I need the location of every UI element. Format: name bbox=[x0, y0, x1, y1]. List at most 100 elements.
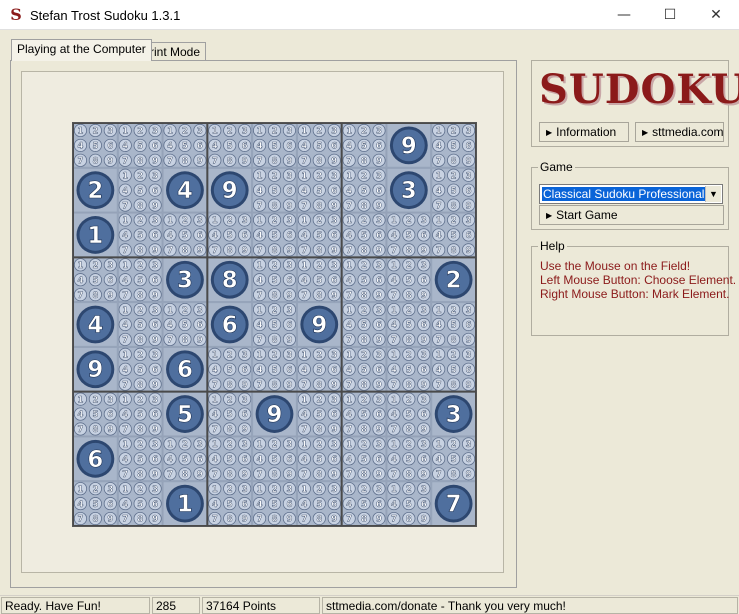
candidate-number: 1 bbox=[257, 350, 263, 360]
sudoku-cell[interactable]: 9 bbox=[386, 123, 432, 168]
sudoku-cell[interactable]: 9 bbox=[73, 346, 118, 392]
sudoku-cell[interactable]: 1 2 3 4 5 6 7 8 9 bbox=[117, 302, 163, 347]
sudoku-cell[interactable]: 1 2 3 4 5 6 7 8 9 bbox=[296, 257, 342, 303]
sudoku-cell[interactable]: 6 bbox=[207, 302, 253, 347]
sudoku-cell[interactable]: 9 bbox=[296, 302, 342, 347]
sudoku-cell[interactable]: 1 2 3 4 5 6 7 8 9 bbox=[162, 302, 208, 347]
sudoku-cell[interactable]: 1 2 3 4 5 6 7 8 9 bbox=[431, 167, 476, 213]
sudoku-cell[interactable]: 1 2 3 4 5 6 7 8 9 bbox=[252, 212, 297, 258]
sudoku-cell[interactable]: 1 2 3 4 5 6 7 8 9 bbox=[162, 436, 208, 482]
sudoku-cell[interactable]: 7 bbox=[431, 481, 476, 526]
sudoku-cell[interactable]: 1 2 3 4 5 6 7 8 9 bbox=[117, 481, 163, 526]
given-number: 9 bbox=[222, 178, 238, 204]
sudoku-cell[interactable]: 1 2 3 4 5 6 7 8 9 bbox=[252, 481, 297, 526]
sudoku-cell[interactable]: 1 2 3 4 5 6 7 8 9 bbox=[341, 481, 387, 526]
sudoku-cell[interactable]: 1 2 3 4 5 6 7 8 9 bbox=[341, 302, 387, 347]
sudoku-cell[interactable]: 1 2 3 4 5 6 7 8 9 bbox=[341, 391, 387, 437]
sudoku-cell[interactable]: 1 2 3 4 5 6 7 8 9 bbox=[431, 123, 476, 168]
sttmedia-button[interactable]: ▶ sttmedia.com bbox=[635, 122, 724, 142]
sudoku-cell[interactable]: 4 bbox=[162, 167, 208, 213]
sudoku-cell[interactable]: 1 2 3 4 5 6 7 8 9 bbox=[252, 302, 297, 347]
sudoku-cell[interactable]: 3 bbox=[431, 391, 476, 437]
sudoku-cell[interactable]: 1 2 3 4 5 6 7 8 9 bbox=[73, 391, 118, 437]
sudoku-cell[interactable]: 1 2 3 4 5 6 7 8 9 bbox=[117, 257, 163, 303]
sudoku-cell[interactable]: 1 2 3 4 5 6 7 8 9 bbox=[162, 212, 208, 258]
sudoku-cell[interactable]: 1 2 3 4 5 6 7 8 9 bbox=[386, 346, 432, 392]
sudoku-cell[interactable]: 1 2 3 4 5 6 7 8 9 bbox=[252, 346, 297, 392]
game-type-select[interactable]: Classical Sudoku Professional ▼ bbox=[539, 184, 723, 204]
sudoku-cell[interactable]: 1 2 3 4 5 6 7 8 9 bbox=[341, 257, 387, 303]
sudoku-cell[interactable]: 4 bbox=[73, 302, 118, 347]
information-button[interactable]: ▶ Information bbox=[539, 122, 629, 142]
chevron-down-icon[interactable]: ▼ bbox=[705, 186, 721, 202]
sudoku-cell[interactable]: 1 2 3 4 5 6 7 8 9 bbox=[296, 167, 342, 213]
sudoku-cell[interactable]: 2 bbox=[73, 167, 118, 213]
sudoku-cell[interactable]: 1 2 3 4 5 6 7 8 9 bbox=[117, 436, 163, 482]
sudoku-cell[interactable]: 1 2 3 4 5 6 7 8 9 bbox=[296, 346, 342, 392]
sudoku-cell[interactable]: 1 2 3 4 5 6 7 8 9 bbox=[207, 212, 253, 258]
sudoku-cell[interactable]: 5 bbox=[162, 391, 208, 437]
sudoku-cell[interactable]: 1 2 3 4 5 6 7 8 9 bbox=[73, 257, 118, 303]
sudoku-cell[interactable]: 1 bbox=[73, 212, 118, 258]
sudoku-cell[interactable]: 1 2 3 4 5 6 7 8 9 bbox=[296, 436, 342, 482]
sudoku-cell[interactable]: 1 2 3 4 5 6 7 8 9 bbox=[207, 346, 253, 392]
sudoku-cell[interactable]: 1 2 3 4 5 6 7 8 9 bbox=[296, 481, 342, 526]
candidate-number: 7 bbox=[436, 469, 442, 479]
sudoku-cell[interactable]: 1 2 3 4 5 6 7 8 9 bbox=[117, 123, 163, 168]
sudoku-cell[interactable]: 1 2 3 4 5 6 7 8 9 bbox=[386, 481, 432, 526]
sudoku-cell[interactable]: 1 2 3 4 5 6 7 8 9 bbox=[341, 346, 387, 392]
sudoku-cell[interactable]: 9 bbox=[207, 167, 253, 213]
candidate-number: 2 bbox=[316, 394, 322, 404]
sudoku-cell[interactable]: 1 2 3 4 5 6 7 8 9 bbox=[252, 123, 297, 168]
sudoku-cell[interactable]: 1 2 3 4 5 6 7 8 9 bbox=[431, 346, 476, 392]
sudoku-cell[interactable]: 1 2 3 4 5 6 7 8 9 bbox=[296, 123, 342, 168]
sudoku-cell[interactable]: 9 bbox=[252, 391, 297, 437]
sudoku-cell[interactable]: 1 2 3 4 5 6 7 8 9 bbox=[341, 436, 387, 482]
sudoku-cell[interactable]: 1 2 3 4 5 6 7 8 9 bbox=[73, 123, 118, 168]
start-game-button[interactable]: ▶ Start Game bbox=[539, 205, 724, 225]
sudoku-cell[interactable]: 1 2 3 4 5 6 7 8 9 bbox=[341, 167, 387, 213]
sudoku-cell[interactable]: 1 2 3 4 5 6 7 8 9 bbox=[296, 212, 342, 258]
sudoku-cell[interactable]: 1 2 3 4 5 6 7 8 9 bbox=[341, 212, 387, 258]
maximize-button[interactable]: ☐ bbox=[647, 0, 693, 30]
sudoku-cell[interactable]: 1 2 3 4 5 6 7 8 9 bbox=[117, 167, 163, 213]
candidate-number: 8 bbox=[227, 379, 233, 389]
tab-playing-at-computer[interactable]: Playing at the Computer bbox=[11, 39, 152, 61]
sudoku-cell[interactable]: 2 bbox=[431, 257, 476, 303]
sudoku-cell[interactable]: 1 2 3 4 5 6 7 8 9 bbox=[341, 123, 387, 168]
sudoku-cell[interactable]: 1 2 3 4 5 6 7 8 9 bbox=[117, 212, 163, 258]
minimize-button[interactable]: — bbox=[601, 0, 647, 30]
sudoku-cell[interactable]: 1 2 3 4 5 6 7 8 9 bbox=[386, 302, 432, 347]
sudoku-cell[interactable]: 1 2 3 4 5 6 7 8 9 bbox=[386, 257, 432, 303]
sudoku-cell[interactable]: 1 2 3 4 5 6 7 8 9 bbox=[207, 391, 253, 437]
sudoku-cell[interactable]: 1 2 3 4 5 6 7 8 9 bbox=[252, 167, 297, 213]
sudoku-cell[interactable]: 1 2 3 4 5 6 7 8 9 bbox=[296, 391, 342, 437]
sudoku-cell[interactable]: 1 2 3 4 5 6 7 8 9 bbox=[73, 481, 118, 526]
candidate-number: 5 bbox=[406, 364, 412, 374]
sudoku-cell[interactable]: 1 2 3 4 5 6 7 8 9 bbox=[162, 123, 208, 168]
sudoku-cell[interactable]: 1 2 3 4 5 6 7 8 9 bbox=[117, 346, 163, 392]
sudoku-cell[interactable]: 1 2 3 4 5 6 7 8 9 bbox=[386, 436, 432, 482]
sudoku-cell[interactable]: 1 2 3 4 5 6 7 8 9 bbox=[431, 302, 476, 347]
sudoku-cell[interactable]: 3 bbox=[386, 167, 432, 213]
sudoku-cell[interactable]: 1 2 3 4 5 6 7 8 9 bbox=[252, 257, 297, 303]
sudoku-cell[interactable]: 3 bbox=[162, 257, 208, 303]
candidate-number: 1 bbox=[122, 215, 128, 225]
sudoku-board[interactable]: 1 2 34 5 67 8 91 2 34 5 67 8 91 2 34 5 67 8 91 2 34 5 67 8 91 2 34… bbox=[72, 122, 477, 527]
sudoku-cell[interactable]: 1 2 3 4 5 6 7 8 9 bbox=[207, 436, 253, 482]
sudoku-cell[interactable]: 1 2 3 4 5 6 7 8 9 bbox=[252, 436, 297, 482]
sudoku-cell[interactable]: 1 2 3 4 5 6 7 8 9 bbox=[431, 436, 476, 482]
sudoku-cell[interactable]: 1 2 3 4 5 6 7 8 9 bbox=[117, 391, 163, 437]
sudoku-cell[interactable]: 1 2 3 4 5 6 7 8 9 bbox=[207, 123, 253, 168]
sudoku-cell[interactable]: 1 2 3 4 5 6 7 8 9 bbox=[207, 481, 253, 526]
sudoku-cell[interactable]: 1 2 3 4 5 6 7 8 9 bbox=[431, 212, 476, 258]
sudoku-cell[interactable]: 6 bbox=[73, 436, 118, 482]
sudoku-cell[interactable]: 1 2 3 4 5 6 7 8 9 bbox=[386, 391, 432, 437]
sudoku-cell[interactable]: 6 bbox=[162, 346, 208, 392]
sudoku-cell[interactable]: 8 bbox=[207, 257, 253, 303]
candidate-number: 4 bbox=[346, 499, 352, 509]
close-button[interactable]: ✕ bbox=[693, 0, 739, 30]
sudoku-cell[interactable]: 1 2 3 4 5 6 7 8 9 bbox=[386, 212, 432, 258]
candidate-number: 6 bbox=[421, 499, 427, 509]
sudoku-cell[interactable]: 1 bbox=[162, 481, 208, 526]
